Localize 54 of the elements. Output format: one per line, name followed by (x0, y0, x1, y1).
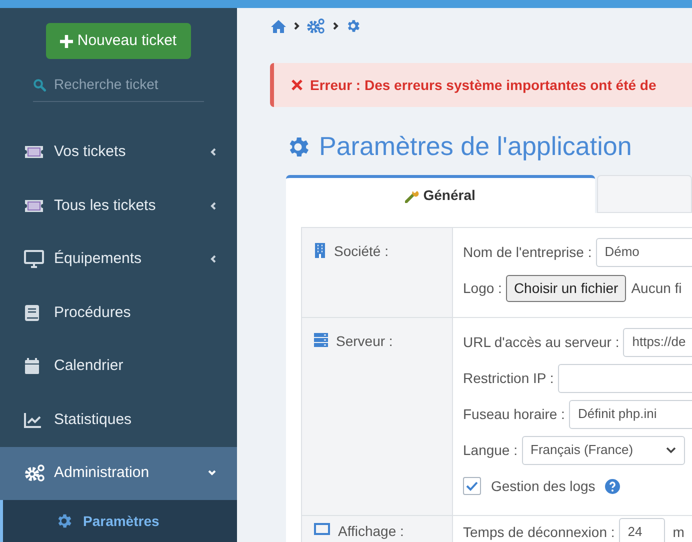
monitor-icon (24, 250, 44, 268)
nav-subitem[interactable]: Paramètres (0, 500, 237, 542)
nav-item[interactable]: Équipements (0, 232, 237, 286)
nav-item[interactable]: Vos tickets (0, 126, 237, 179)
wrench-icon (405, 188, 420, 202)
help-icon[interactable] (605, 478, 620, 494)
section-label: Société : (334, 242, 388, 261)
unit-label: m (672, 522, 684, 542)
input-field[interactable]: https://de (623, 328, 692, 356)
field-label: Logo : (463, 278, 502, 298)
chevron-right-icon (293, 21, 300, 31)
search-field[interactable]: Recherche ticket (54, 74, 204, 96)
field-label: Fuseau horaire : (463, 404, 565, 424)
calendar-icon (24, 357, 40, 376)
chevron-right-icon (332, 21, 339, 31)
line-chart-icon (24, 412, 42, 428)
ticket-icon (24, 198, 44, 213)
input-field[interactable]: Définit php.ini (568, 400, 692, 428)
input-field[interactable]: 24 (618, 518, 665, 542)
nav-item[interactable]: Procédures (0, 286, 237, 340)
field-label: Restriction IP : (463, 368, 554, 388)
gears-icon[interactable] (306, 18, 326, 34)
search-icon (33, 78, 46, 92)
tab[interactable]: Général (286, 175, 595, 213)
checkbox[interactable] (463, 477, 481, 495)
file-status: Aucun fi (631, 278, 682, 298)
field-label: Temps de déconnexion : (463, 522, 615, 542)
error-message: Erreur : Des erreurs système importantes ont été de (310, 76, 656, 95)
nav-item[interactable]: Administration (0, 446, 237, 500)
field-label: Langue : (463, 440, 518, 460)
section-label: Serveur : (336, 332, 393, 351)
home-icon[interactable] (270, 18, 287, 34)
input-field[interactable]: Démo (596, 238, 692, 266)
gears-icon (24, 464, 46, 482)
section-label: Affichage : (338, 522, 404, 541)
book-icon (24, 304, 40, 322)
nav-item[interactable]: Statistiques (0, 393, 237, 446)
building-icon (314, 243, 326, 258)
field-label: Nom de l'entreprise : (463, 242, 592, 262)
error-x-icon (291, 79, 303, 91)
language-select[interactable]: Français (France) (522, 436, 684, 464)
page-title: Paramètres de l'application (319, 130, 632, 163)
server-icon (314, 333, 328, 347)
gear-icon[interactable] (345, 18, 361, 34)
monitor-icon (314, 523, 330, 537)
plus-icon (60, 34, 74, 48)
checkbox-label: Gestion des logs (491, 476, 596, 496)
choose-file-button[interactable]: Choisir un fichier (506, 274, 626, 302)
nav-item[interactable]: Tous les tickets (0, 179, 237, 232)
field-label: URL d'accès au serveur : (463, 332, 620, 352)
chevron-down-icon (666, 446, 676, 454)
nav-item[interactable]: Calendrier (0, 340, 237, 393)
new-ticket-button[interactable]: Nouveau ticket (46, 23, 191, 59)
ticket-icon (24, 145, 44, 160)
